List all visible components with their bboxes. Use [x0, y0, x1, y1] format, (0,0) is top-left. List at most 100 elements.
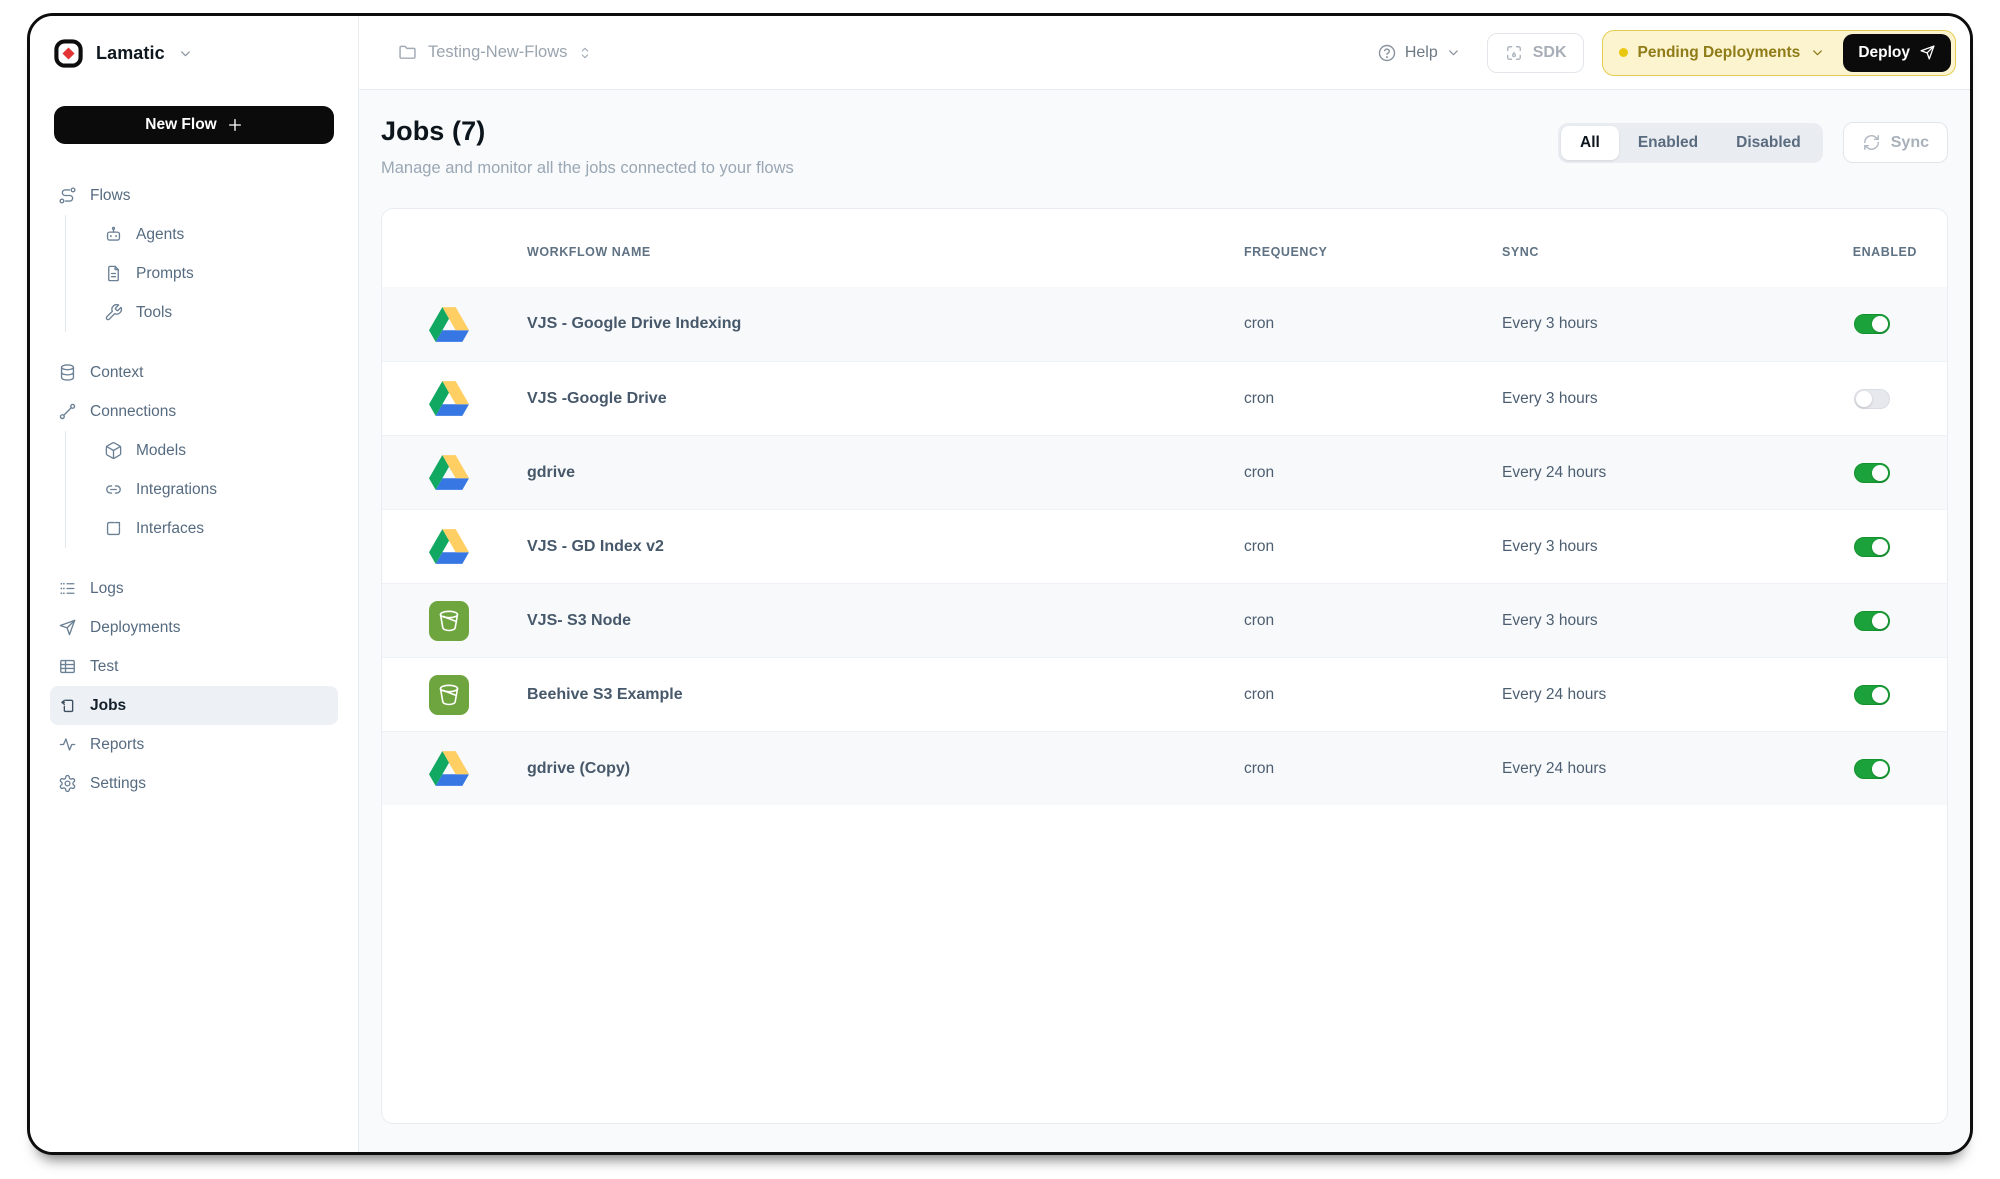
sidebar-item-label: Context [90, 365, 143, 381]
enabled-toggle[interactable] [1854, 685, 1890, 705]
refresh-icon [1862, 133, 1881, 152]
sidebar-item-logs[interactable]: Logs [50, 569, 338, 608]
toggle-knob [1872, 539, 1888, 555]
toggle-knob [1872, 316, 1888, 332]
help-circle-icon [1377, 43, 1397, 63]
workflow-source-icon [429, 751, 527, 786]
content-column: Testing-New-Flows Help SDK Pending Deplo… [359, 16, 1970, 1152]
bot-icon [104, 225, 123, 244]
deploy-button[interactable]: Deploy [1843, 34, 1951, 72]
table-row[interactable]: Beehive S3 Example cron Every 24 hours [382, 657, 1947, 731]
frequency-value: cron [1244, 760, 1502, 778]
chevron-down-icon[interactable] [1810, 45, 1825, 60]
col-header-enabled: ENABLED [1827, 245, 1917, 259]
route-icon [58, 186, 77, 205]
workflow-source-icon [429, 529, 527, 564]
workspace-switcher[interactable]: Lamatic [50, 16, 338, 90]
sidebar-item-label: Interfaces [136, 521, 204, 537]
sidebar-item-agents[interactable]: Agents [96, 215, 338, 254]
topbar: Testing-New-Flows Help SDK Pending Deplo… [359, 16, 1970, 90]
filter-enabled-button[interactable]: Enabled [1619, 126, 1717, 160]
google-drive-icon [429, 455, 469, 490]
sync-value: Every 24 hours [1502, 686, 1827, 704]
frequency-value: cron [1244, 686, 1502, 704]
filter-all-button[interactable]: All [1561, 126, 1619, 160]
frame-icon [104, 519, 123, 538]
gear-icon [58, 774, 77, 793]
sidebar-item-tools[interactable]: Tools [96, 293, 338, 332]
enabled-toggle[interactable] [1854, 611, 1890, 631]
sidebar-item-context[interactable]: Context [50, 353, 338, 392]
sdk-brackets-icon [1504, 43, 1524, 63]
toggle-knob [1872, 687, 1888, 703]
workflow-source-icon [429, 381, 527, 416]
send-icon [1919, 44, 1936, 61]
flows-children: Agents Prompts Tools [65, 215, 338, 332]
table-row[interactable]: gdrive cron Every 24 hours [382, 435, 1947, 509]
plus-icon [227, 117, 243, 133]
project-selector[interactable]: Testing-New-Flows [397, 42, 593, 63]
sidebar-item-interfaces[interactable]: Interfaces [96, 509, 338, 548]
sidebar-item-reports[interactable]: Reports [50, 725, 338, 764]
sidebar-item-label: Agents [136, 227, 184, 243]
frequency-value: cron [1244, 538, 1502, 556]
pending-deployments-bar: Pending Deployments Deploy [1602, 30, 1956, 76]
pending-deployments-label[interactable]: Pending Deployments [1638, 44, 1801, 62]
sdk-button[interactable]: SDK [1487, 33, 1584, 73]
toggle-knob [1872, 613, 1888, 629]
table-row[interactable]: VJS - Google Drive Indexing cron Every 3… [382, 287, 1947, 361]
project-name: Testing-New-Flows [428, 43, 567, 62]
toggle-knob [1872, 465, 1888, 481]
folder-icon [397, 42, 418, 63]
workflow-name: gdrive [527, 464, 1244, 482]
new-flow-label: New Flow [145, 116, 216, 134]
brand-name: Lamatic [96, 43, 165, 64]
sidebar-item-flows[interactable]: Flows [50, 176, 338, 215]
sidebar-item-label: Flows [90, 188, 130, 204]
activity-icon [58, 735, 77, 754]
connections-children: Models Integrations Interfaces [65, 431, 338, 548]
table-row[interactable]: VJS - GD Index v2 cron Every 3 hours [382, 509, 1947, 583]
sidebar-item-deployments[interactable]: Deployments [50, 608, 338, 647]
chevron-down-icon [1446, 45, 1461, 60]
workflow-name: VJS - Google Drive Indexing [527, 315, 1244, 333]
enabled-toggle[interactable] [1854, 537, 1890, 557]
table-row[interactable]: VJS -Google Drive cron Every 3 hours [382, 361, 1947, 435]
enabled-toggle[interactable] [1854, 389, 1890, 409]
sidebar-item-models[interactable]: Models [96, 431, 338, 470]
sidebar-item-settings[interactable]: Settings [50, 764, 338, 803]
sync-button[interactable]: Sync [1843, 122, 1948, 163]
chevrons-up-down-icon [577, 45, 593, 61]
s3-bucket-icon [429, 675, 469, 715]
new-flow-button[interactable]: New Flow [54, 106, 334, 144]
sync-value: Every 3 hours [1502, 538, 1827, 556]
app-window: Lamatic New Flow Flows Agents Promp [27, 13, 1973, 1155]
help-label: Help [1405, 44, 1438, 62]
workflow-name: VJS - GD Index v2 [527, 538, 1244, 556]
sidebar-item-jobs[interactable]: Jobs [50, 686, 338, 725]
sidebar-item-integrations[interactable]: Integrations [96, 470, 338, 509]
google-drive-icon [429, 751, 469, 786]
help-menu[interactable]: Help [1377, 43, 1461, 63]
table-row[interactable]: gdrive (Copy) cron Every 24 hours [382, 731, 1947, 805]
sidebar-item-test[interactable]: Test [50, 647, 338, 686]
table-row[interactable]: VJS- S3 Node cron Every 3 hours [382, 583, 1947, 657]
workflow-name: VJS -Google Drive [527, 390, 1244, 408]
enabled-toggle[interactable] [1854, 314, 1890, 334]
enabled-toggle[interactable] [1854, 759, 1890, 779]
page-subtitle: Manage and monitor all the jobs connecte… [381, 159, 794, 178]
filter-disabled-button[interactable]: Disabled [1717, 126, 1820, 160]
sidebar-item-label: Jobs [90, 698, 126, 714]
workflow-source-icon [429, 307, 527, 342]
frequency-value: cron [1244, 390, 1502, 408]
col-header-frequency: FREQUENCY [1244, 245, 1502, 259]
sidebar-item-connections[interactable]: Connections [50, 392, 338, 431]
send-icon [58, 618, 77, 637]
workflow-source-icon [429, 675, 527, 715]
sidebar-item-prompts[interactable]: Prompts [96, 254, 338, 293]
s3-bucket-icon [429, 601, 469, 641]
jobs-page: Jobs (7) Manage and monitor all the jobs… [359, 90, 1970, 1152]
enabled-toggle[interactable] [1854, 463, 1890, 483]
sidebar-item-label: Connections [90, 404, 176, 420]
job-file-icon [58, 696, 77, 715]
